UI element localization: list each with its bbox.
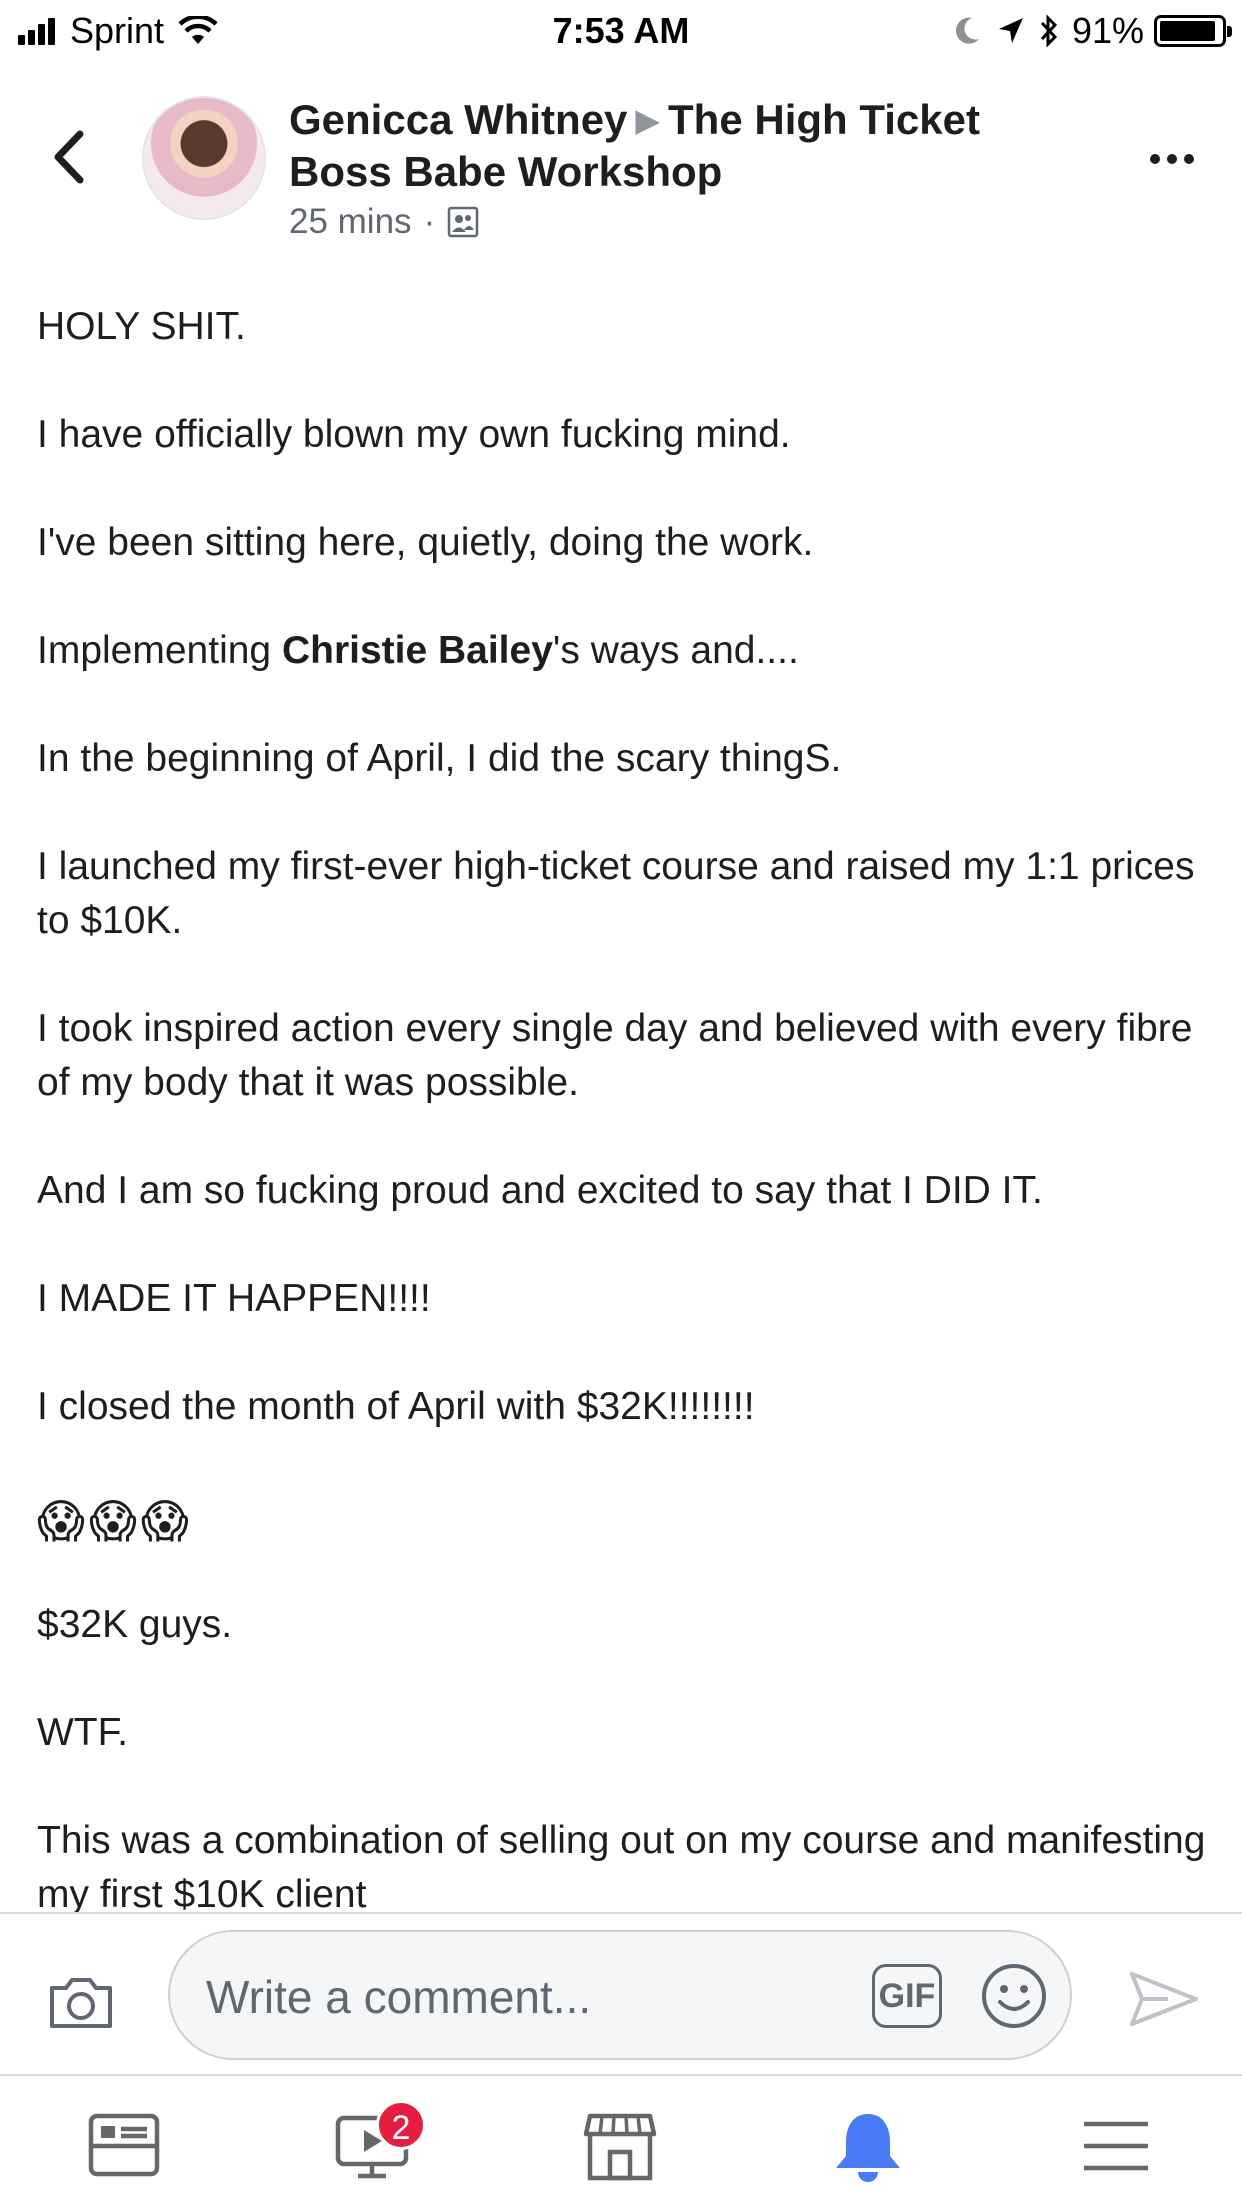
bottom-nav: 2	[0, 2074, 1242, 2208]
post-paragraph: WTF.	[37, 1711, 128, 1754]
mention-link[interactable]: Christie Bailey	[282, 629, 553, 672]
post-timestamp[interactable]: 25 mins	[289, 202, 412, 242]
mention-prefix: Implementing	[37, 629, 282, 672]
mention-suffix: 's ways and....	[552, 629, 799, 672]
post-paragraph: And I am so fucking proud and excited to…	[37, 1169, 1043, 1212]
more-options-button[interactable]	[1143, 154, 1194, 164]
avatar[interactable]	[142, 96, 266, 220]
sticker-emoji-icon[interactable]	[980, 1962, 1048, 2030]
post-paragraph: I closed the month of April with $32K!!!…	[37, 1385, 755, 1428]
comment-bar: Write a comment... GIF	[0, 1912, 1242, 2074]
bluetooth-icon	[1040, 14, 1058, 48]
notifications-icon[interactable]	[830, 2108, 906, 2184]
post-meta: 25 mins ·	[289, 202, 479, 242]
screaming-emoji-line: 😱😱😱	[37, 1495, 193, 1547]
comment-placeholder: Write a comment...	[206, 1971, 592, 2023]
post-paragraph: This was a combination of selling out on…	[37, 1819, 1206, 1912]
battery-icon	[1154, 15, 1232, 47]
post-title: Genicca Whitney ▶ The High Ticket Boss Bab…	[289, 94, 1069, 197]
post-paragraph: $32K guys.	[37, 1603, 233, 1646]
watch-notification-badge: 2	[376, 2100, 426, 2150]
post-paragraph: I've been sitting here, quietly, doing t…	[37, 521, 814, 564]
author-name[interactable]: Genicca Whitney	[289, 96, 627, 143]
post-paragraph: In the beginning of April, I did the sca…	[37, 737, 842, 780]
news-feed-icon[interactable]	[86, 2108, 162, 2184]
moon-icon	[955, 17, 979, 44]
status-bar-right: 91%	[952, 10, 1232, 52]
post-paragraph: HOLY SHIT.	[37, 305, 246, 348]
post-paragraph: I have officially blown my own fucking m…	[37, 413, 791, 456]
marketplace-icon[interactable]	[582, 2108, 658, 2184]
post-paragraph: I took inspired action every single day …	[37, 1007, 1193, 1104]
send-icon[interactable]	[1128, 1966, 1200, 2032]
post-paragraph: I MADE IT HAPPEN!!!!	[37, 1277, 431, 1320]
camera-icon[interactable]	[46, 1972, 116, 2032]
meta-separator: ·	[423, 202, 436, 241]
battery-percent: 91%	[1071, 10, 1144, 51]
gif-button[interactable]: GIF	[872, 1964, 942, 2028]
back-button[interactable]	[44, 122, 94, 192]
status-bar: Sprint 7:53 AM 91%	[0, 0, 1242, 62]
post-body: HOLY SHIT. I have officially blown my ow…	[37, 300, 1207, 1912]
post-header: Genicca Whitney ▶ The High Ticket Boss Bab…	[0, 62, 1242, 262]
location-arrow-icon	[998, 18, 1023, 43]
comment-input[interactable]: Write a comment... GIF	[168, 1930, 1072, 2060]
post-paragraph: I launched my first-ever high-ticket cou…	[37, 845, 1195, 942]
triangle-right-icon: ▶	[635, 102, 661, 138]
watch-tab[interactable]: 2	[334, 2100, 426, 2184]
battery-fill	[1160, 21, 1215, 41]
menu-icon[interactable]	[1078, 2108, 1154, 2184]
post-paragraph-mention: Implementing Christie Bailey's ways and.…	[37, 624, 1207, 678]
group-audience-icon	[447, 206, 479, 238]
